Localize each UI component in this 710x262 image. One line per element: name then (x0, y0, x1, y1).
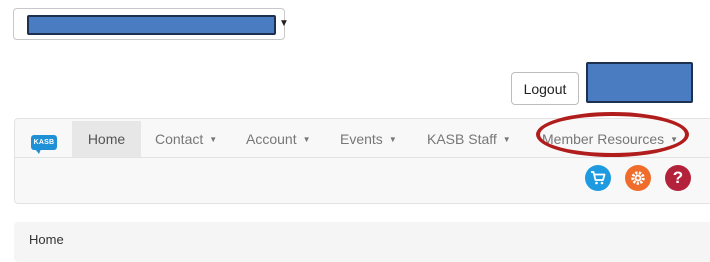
nav-item-account[interactable]: Account ▼ (246, 121, 311, 157)
nav-item-home[interactable]: Home (72, 121, 141, 157)
brand-logo[interactable]: KASB (31, 135, 57, 154)
chevron-down-icon: ▼ (388, 134, 397, 144)
nav-item-contact[interactable]: Contact ▼ (155, 121, 217, 157)
nav-item-kasb-staff[interactable]: KASB Staff ▼ (427, 121, 511, 157)
breadcrumb (14, 222, 710, 262)
highlight-annotation-oval (536, 112, 689, 157)
nav-item-label: KASB Staff (427, 131, 497, 147)
chevron-down-icon: ▼ (302, 134, 311, 144)
organization-select[interactable]: ▼ (13, 8, 289, 40)
nav-item-label: Events (340, 131, 383, 147)
cart-icon[interactable] (585, 165, 611, 191)
brand-text: KASB (33, 139, 55, 146)
help-icon[interactable]: ? (665, 165, 691, 191)
chevron-down-icon: ▼ (502, 134, 511, 144)
breadcrumb-item-home: Home (29, 231, 64, 247)
logout-button[interactable]: Logout (511, 72, 579, 105)
nav-item-label: Account (246, 131, 297, 147)
dropdown-caret-icon: ▼ (279, 18, 289, 29)
nav-item-label: Home (87, 131, 126, 147)
chevron-down-icon: ▼ (209, 134, 218, 144)
nav-item-events[interactable]: Events ▼ (340, 121, 397, 157)
redacted-selection (27, 15, 276, 35)
gear-icon[interactable] (625, 165, 651, 191)
nav-item-label: Contact (155, 131, 204, 147)
redacted-user-info (586, 62, 693, 103)
navbar-divider (15, 157, 710, 158)
